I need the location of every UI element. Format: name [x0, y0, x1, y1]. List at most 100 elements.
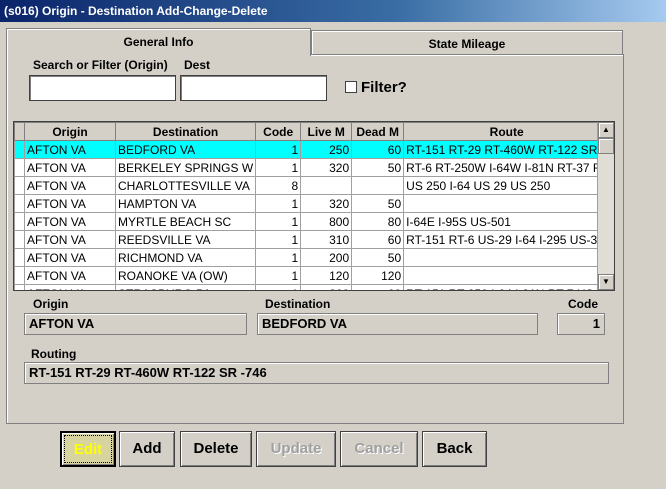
- table-cell: ROANOKE VA (OW): [114, 266, 257, 285]
- row-selector[interactable]: [14, 230, 25, 249]
- table-cell: 1: [255, 212, 302, 231]
- search-input[interactable]: [29, 75, 176, 101]
- table-cell: 310: [300, 230, 353, 249]
- dest-search-label: Dest: [184, 58, 211, 72]
- table-cell: AFTON VA: [24, 158, 116, 177]
- table-row[interactable]: AFTON VA HAMPTON VA 1 320 50: [14, 194, 611, 213]
- search-label: Search or Filter (Origin): [33, 58, 168, 72]
- table-row[interactable]: AFTON VA RICHMOND VA 1 200 50: [14, 248, 611, 267]
- table-cell: [403, 266, 611, 285]
- row-selector[interactable]: [14, 248, 25, 267]
- table-cell: 8: [255, 176, 302, 195]
- tab-general-info[interactable]: General Info: [6, 28, 311, 56]
- edit-button[interactable]: Edit: [60, 431, 116, 467]
- table-cell: 320: [300, 158, 353, 177]
- table-cell: 120: [351, 266, 405, 285]
- table-cell: [403, 248, 611, 267]
- table-cell: AFTON VA: [24, 230, 116, 249]
- table-cell: AFTON VA: [24, 212, 116, 231]
- table-cell: 1: [255, 266, 302, 285]
- table-cell: [403, 194, 611, 213]
- row-selector[interactable]: [14, 158, 25, 177]
- detail-destination-label: Destination: [265, 297, 331, 311]
- table-cell: 260: [300, 284, 353, 290]
- table-cell: 60: [351, 230, 405, 249]
- filter-label: Filter?: [361, 79, 407, 96]
- table-cell: 60: [351, 284, 405, 290]
- table-row[interactable]: AFTON VASTRASBURG PA126060RT-151 RT-250 …: [14, 284, 611, 290]
- cancel-button[interactable]: Cancel: [340, 431, 418, 467]
- row-selector[interactable]: [14, 194, 25, 213]
- table-row[interactable]: AFTON VA BEDFORD VA 1 250 60 RT-151 RT-29 RT-…: [14, 140, 611, 159]
- table-cell: US 250 I-64 US 29 US 250: [403, 176, 611, 195]
- table-cell: 50: [351, 194, 405, 213]
- table-row[interactable]: AFTON VA CHARLOTTESVILLE VA 8 US 250 I-64 U…: [14, 176, 611, 195]
- detail-destination-value: BEDFORD VA: [257, 313, 538, 335]
- row-selector[interactable]: [14, 266, 25, 285]
- grid-table: Origin Destination Code Live M Dead M Ro…: [14, 122, 611, 290]
- delete-button[interactable]: Delete: [180, 431, 252, 467]
- table-cell: AFTON VA: [24, 176, 116, 195]
- detail-origin-value: AFTON VA: [24, 313, 247, 335]
- update-button[interactable]: Update: [256, 431, 336, 467]
- filter-checkbox[interactable]: [345, 81, 357, 93]
- window-title: (s016) Origin - Destination Add-Change-D…: [0, 0, 666, 22]
- routing-label: Routing: [31, 347, 77, 361]
- table-cell: 50: [351, 248, 405, 267]
- table-row[interactable]: AFTON VA REEDSVILLE VA 1 310 60 RT-151 RT-6 U…: [14, 230, 611, 249]
- row-selector-header: [14, 122, 25, 141]
- row-selector[interactable]: [14, 284, 25, 290]
- detail-code-value: 1: [557, 313, 605, 335]
- column-header[interactable]: Dead M: [351, 122, 405, 141]
- table-cell: BERKELEY SPRINGS W: [114, 158, 257, 177]
- table-cell: [300, 176, 353, 195]
- row-selector[interactable]: [14, 140, 25, 159]
- table-cell: 1: [255, 230, 302, 249]
- row-selector[interactable]: [14, 212, 25, 231]
- table-cell: REEDSVILLE VA: [114, 230, 257, 249]
- dest-search-input[interactable]: [180, 75, 327, 101]
- table-cell: 1: [255, 158, 302, 177]
- scroll-up-arrow-icon[interactable]: ▲: [598, 122, 614, 138]
- table-cell: AFTON VA: [24, 140, 116, 159]
- tab-state-mileage[interactable]: State Mileage: [311, 30, 623, 56]
- scroll-thumb[interactable]: [598, 138, 614, 154]
- table-cell: STRASBURG PA: [114, 284, 257, 290]
- column-header[interactable]: Route: [403, 122, 611, 141]
- column-header[interactable]: Destination: [114, 122, 257, 141]
- table-cell: BEDFORD VA: [114, 140, 257, 159]
- origin-destination-grid[interactable]: Origin Destination Code Live M Dead M Ro…: [13, 121, 615, 291]
- add-button[interactable]: Add: [119, 431, 175, 467]
- table-cell: 250: [300, 140, 353, 159]
- table-cell: RT-151 RT-250 I-64 I-81N RT-7 US: [403, 284, 611, 290]
- table-row[interactable]: AFTON VA MYRTLE BEACH SC 1 800 80 I-64E I-95S…: [14, 212, 611, 231]
- detail-origin-label: Origin: [33, 297, 69, 311]
- grid-scrollbar[interactable]: ▲ ▼: [597, 122, 614, 290]
- table-cell: 800: [300, 212, 353, 231]
- table-row[interactable]: AFTON VA ROANOKE VA (OW) 1 120 120: [14, 266, 611, 285]
- table-cell: AFTON VA: [24, 284, 116, 290]
- table-cell: AFTON VA: [24, 266, 116, 285]
- table-cell: 60: [351, 140, 405, 159]
- row-selector[interactable]: [14, 176, 25, 195]
- table-cell: 80: [351, 212, 405, 231]
- column-header[interactable]: Origin: [24, 122, 116, 141]
- table-cell: 1: [255, 248, 302, 267]
- back-button[interactable]: Back: [422, 431, 487, 467]
- table-cell: 1: [255, 140, 302, 159]
- table-cell: 1: [255, 284, 302, 290]
- table-cell: 1: [255, 194, 302, 213]
- table-row[interactable]: AFTON VA BERKELEY SPRINGS W 1 320 50 RT-6 RT-…: [14, 158, 611, 177]
- routing-value: RT-151 RT-29 RT-460W RT-122 SR -746: [24, 362, 609, 384]
- table-cell: RICHMOND VA: [114, 248, 257, 267]
- table-cell: MYRTLE BEACH SC: [114, 212, 257, 231]
- table-cell: HAMPTON VA: [114, 194, 257, 213]
- table-cell: I-64E I-95S US-501: [403, 212, 611, 231]
- column-header[interactable]: Code: [255, 122, 302, 141]
- table-cell: [351, 176, 405, 195]
- table-cell: AFTON VA: [24, 248, 116, 267]
- scroll-down-arrow-icon[interactable]: ▼: [598, 274, 614, 290]
- column-header[interactable]: Live M: [300, 122, 353, 141]
- detail-code-label: Code: [568, 297, 598, 311]
- table-cell: 320: [300, 194, 353, 213]
